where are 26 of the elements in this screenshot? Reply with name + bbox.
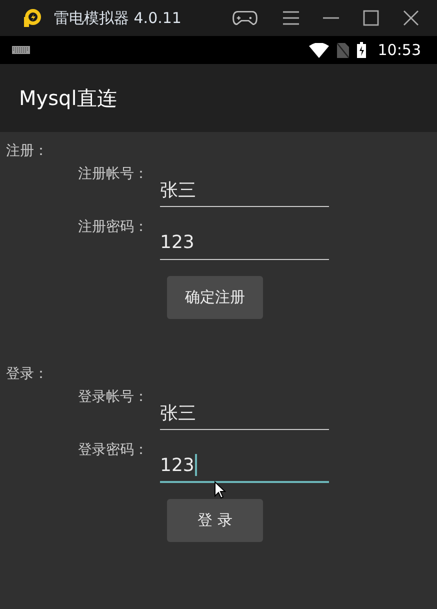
menu-icon[interactable]: [283, 11, 299, 25]
gamepad-icon[interactable]: [231, 9, 259, 27]
section-heading: 注册：: [5, 142, 48, 160]
wifi-icon: [308, 42, 329, 58]
mouse-pointer-icon: [214, 481, 226, 499]
app-logo-icon: [22, 8, 42, 28]
battery-icon: [356, 42, 366, 58]
app-title: Mysql直连: [19, 84, 117, 112]
input-field[interactable]: 123: [160, 226, 329, 260]
minimize-icon[interactable]: [323, 17, 339, 19]
clock-time: 10:53: [378, 41, 421, 59]
field-label: 注册帐号：: [77, 165, 149, 183]
field-label: 登录帐号：: [77, 388, 149, 406]
submit-button[interactable]: 确定注册: [167, 276, 263, 319]
field-label: 注册密码：: [77, 218, 149, 236]
submit-button[interactable]: 登 录: [167, 499, 263, 542]
maximize-icon[interactable]: [363, 10, 379, 26]
section-heading: 登录：: [5, 365, 48, 383]
keyboard-icon: [12, 46, 30, 54]
input-field[interactable]: 123: [160, 449, 329, 483]
close-icon[interactable]: [403, 10, 419, 26]
field-label: 登录密码：: [77, 441, 149, 459]
input-field[interactable]: 张三: [160, 396, 329, 430]
no-sim-icon: [336, 42, 349, 58]
window-title: 雷电模拟器 4.0.11: [54, 8, 182, 28]
input-field[interactable]: 张三: [160, 173, 329, 207]
